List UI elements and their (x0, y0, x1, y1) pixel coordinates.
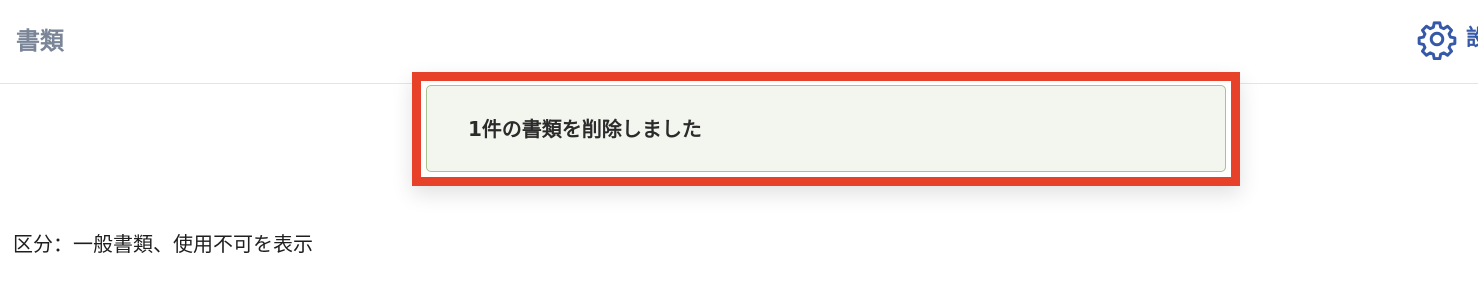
settings-button[interactable]: 設定 (1416, 18, 1478, 60)
toast-message: 1件の書類を削除しました (468, 116, 702, 141)
documents-page: 書類 設定 1件の書類を削除しました 区分：一般書類、使用不可を表示 (0, 0, 1478, 302)
page-title: 書類 (16, 27, 64, 55)
success-toast: 1件の書類を削除しました (426, 85, 1226, 172)
filter-summary: 区分：一般書類、使用不可を表示 (13, 232, 313, 256)
settings-label: 設定 (1466, 26, 1478, 51)
gear-icon (1416, 18, 1458, 60)
toast-highlight: 1件の書類を削除しました (412, 72, 1240, 186)
